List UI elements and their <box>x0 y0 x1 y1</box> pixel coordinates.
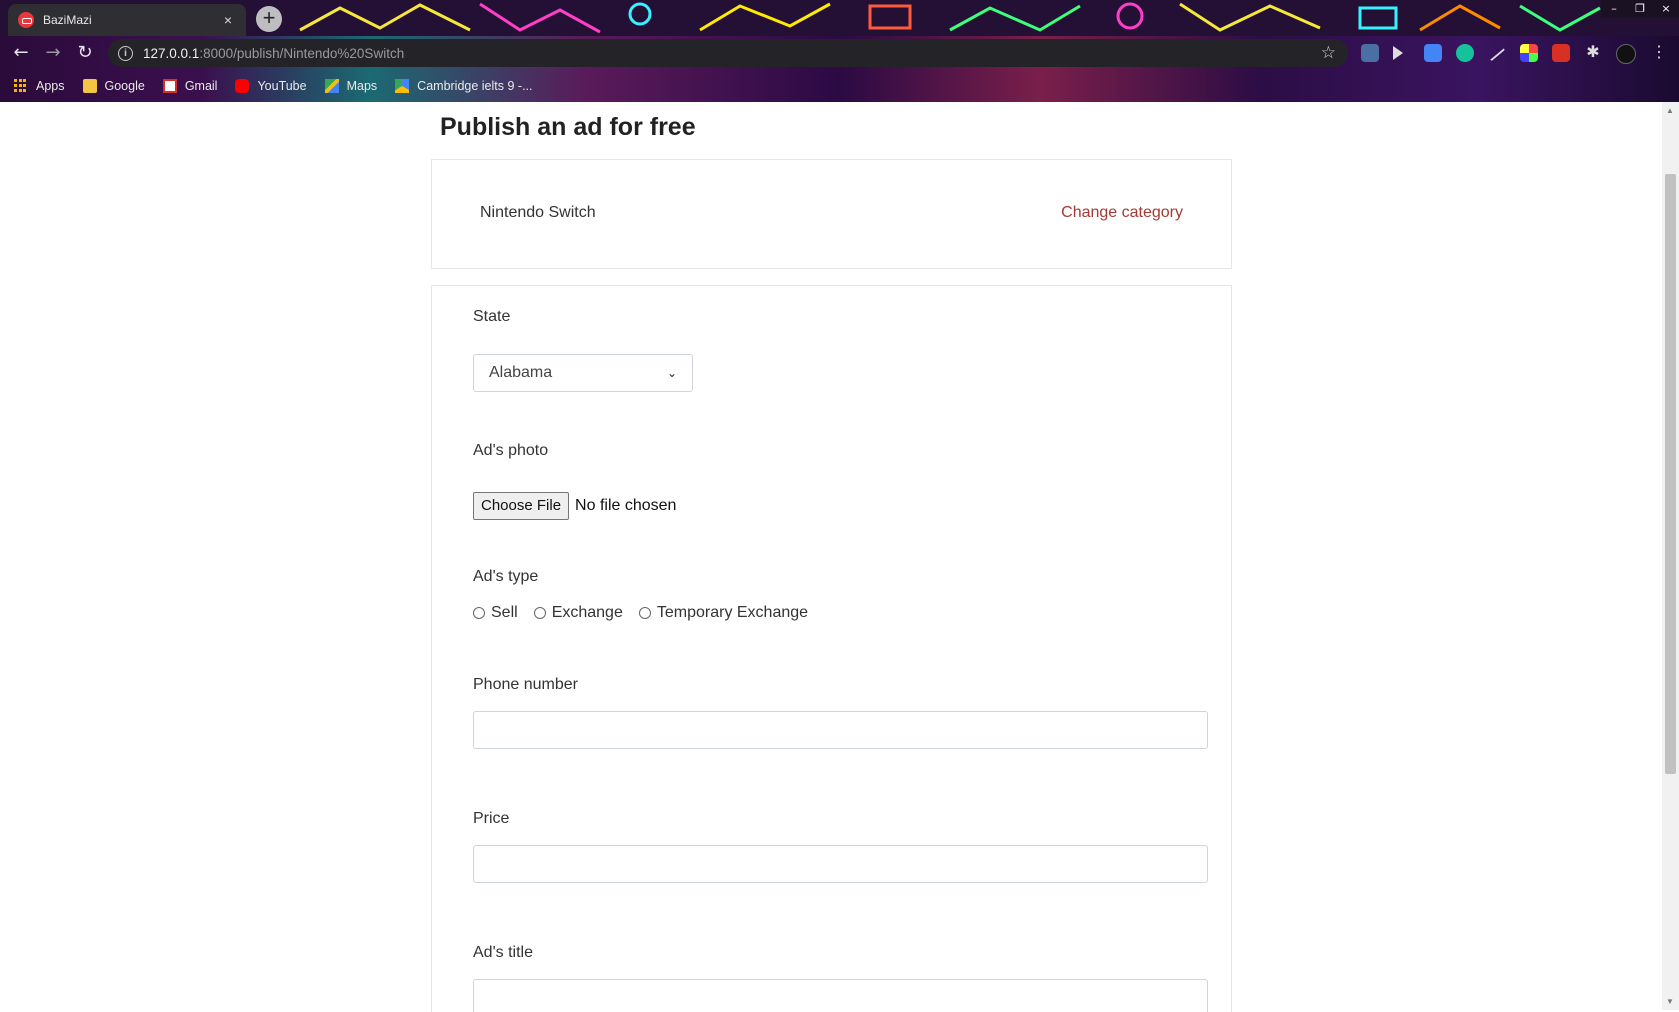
new-tab-button[interactable]: + <box>256 6 282 32</box>
ad-title-input[interactable] <box>473 979 1208 1012</box>
theme-artwork <box>0 0 1679 36</box>
gmail-icon <box>162 79 177 93</box>
maps-icon <box>324 79 339 93</box>
grammarly-extension-icon[interactable] <box>1456 44 1474 62</box>
radio-sell[interactable]: Sell <box>473 604 518 622</box>
bookmark-youtube[interactable]: YouTube <box>235 79 307 93</box>
bookmark-google[interactable]: Google <box>82 79 145 93</box>
apps-grid-icon <box>14 79 28 93</box>
window-controls: – ❐ × <box>1601 0 1679 18</box>
tab-title: BaziMazi <box>43 13 92 27</box>
radio-button[interactable] <box>473 607 485 619</box>
browser-toolbar: ← → ↻ i 127.0.0.1:8000/publish/Nintendo%… <box>0 36 1679 70</box>
bookmarks-bar: Apps Google Gmail YouTube Maps Cambridge… <box>0 70 1679 102</box>
site-info-icon[interactable]: i <box>118 45 133 61</box>
youtube-icon <box>235 79 250 93</box>
color-extension-icon[interactable] <box>1520 44 1538 62</box>
category-name: Nintendo Switch <box>480 204 596 221</box>
close-window-icon[interactable]: × <box>1653 0 1679 18</box>
file-input: Choose File No file chosen <box>473 492 676 520</box>
category-card: Nintendo Switch Change category <box>431 159 1232 269</box>
scrollbar-thumb[interactable] <box>1665 174 1676 774</box>
restore-icon[interactable]: ❐ <box>1627 0 1653 18</box>
ad-type-radio-group: Sell Exchange Temporary Exchange <box>473 604 824 622</box>
radio-button[interactable] <box>533 607 546 619</box>
url-host: 127.0.0.1 <box>143 45 200 61</box>
browser-tab-active[interactable]: BaziMazi × <box>8 4 246 36</box>
site-favicon-icon <box>18 12 34 28</box>
state-selected-value: Alabama <box>489 364 553 381</box>
bookmark-maps[interactable]: Maps <box>324 79 377 93</box>
ad-title-label: Ad's title <box>473 944 533 961</box>
page-title: Publish an ad for free <box>440 113 696 141</box>
page-content: Publish an ad for free Nintendo Switch C… <box>0 102 1679 1012</box>
vertical-scrollbar[interactable]: ▲ ▼ <box>1662 102 1679 1010</box>
extensions-puzzle-icon[interactable]: ✱ <box>1584 44 1602 62</box>
chevron-down-icon: ⌄ <box>666 366 677 380</box>
price-input[interactable] <box>473 845 1208 883</box>
radio-temporary-exchange[interactable]: Temporary Exchange <box>638 604 808 622</box>
price-label: Price <box>473 810 510 827</box>
ad-type-label: Ad's type <box>473 568 539 585</box>
reload-icon[interactable]: ↻ <box>72 40 98 66</box>
browser-chrome: BaziMazi × + – ❐ × ← → ↻ i 127.0.0.1:800… <box>0 0 1679 102</box>
bookmark-apps[interactable]: Apps <box>14 79 65 93</box>
bookmark-folder-icon <box>82 79 97 93</box>
url-path: :8000/publish/Nintendo%20Switch <box>199 45 405 61</box>
forward-icon[interactable]: → <box>40 40 66 66</box>
profile-avatar[interactable] <box>1616 44 1636 64</box>
change-category-link[interactable]: Change category <box>1061 204 1183 222</box>
bookmark-cambridge[interactable]: Cambridge ielts 9 -... <box>395 79 533 93</box>
drive-icon <box>395 79 410 93</box>
scroll-up-icon[interactable]: ▲ <box>1666 106 1674 115</box>
state-label: State <box>473 308 511 325</box>
choose-file-button[interactable]: Choose File <box>473 492 570 520</box>
pen-extension-icon[interactable] <box>1488 46 1506 62</box>
translate-extension-icon[interactable] <box>1424 44 1442 62</box>
back-icon[interactable]: ← <box>8 40 34 66</box>
radio-exchange[interactable]: Exchange <box>533 604 623 622</box>
tab-close-icon[interactable]: × <box>220 12 236 28</box>
ad-form-card: State Alabama ⌄ Ad's photo Choose File N… <box>431 285 1232 1012</box>
red-extension-icon[interactable] <box>1552 44 1570 62</box>
file-status: No file chosen <box>575 497 677 514</box>
scroll-down-icon[interactable]: ▼ <box>1666 997 1674 1006</box>
cursor-extension-icon[interactable] <box>1393 46 1403 60</box>
phone-label: Phone number <box>473 676 578 693</box>
browser-menu-icon[interactable]: ⋮ <box>1650 44 1668 62</box>
address-bar[interactable]: i 127.0.0.1:8000/publish/Nintendo%20Swit… <box>108 39 1348 67</box>
radio-button[interactable] <box>638 607 651 619</box>
minimize-icon[interactable]: – <box>1601 0 1627 18</box>
phone-input[interactable] <box>473 711 1208 749</box>
bookmark-gmail[interactable]: Gmail <box>162 79 217 93</box>
photo-label: Ad's photo <box>473 442 549 459</box>
state-select[interactable]: Alabama ⌄ <box>473 354 693 392</box>
bookmark-star-icon[interactable]: ☆ <box>1321 43 1336 63</box>
extension-icon-1[interactable] <box>1361 44 1379 62</box>
